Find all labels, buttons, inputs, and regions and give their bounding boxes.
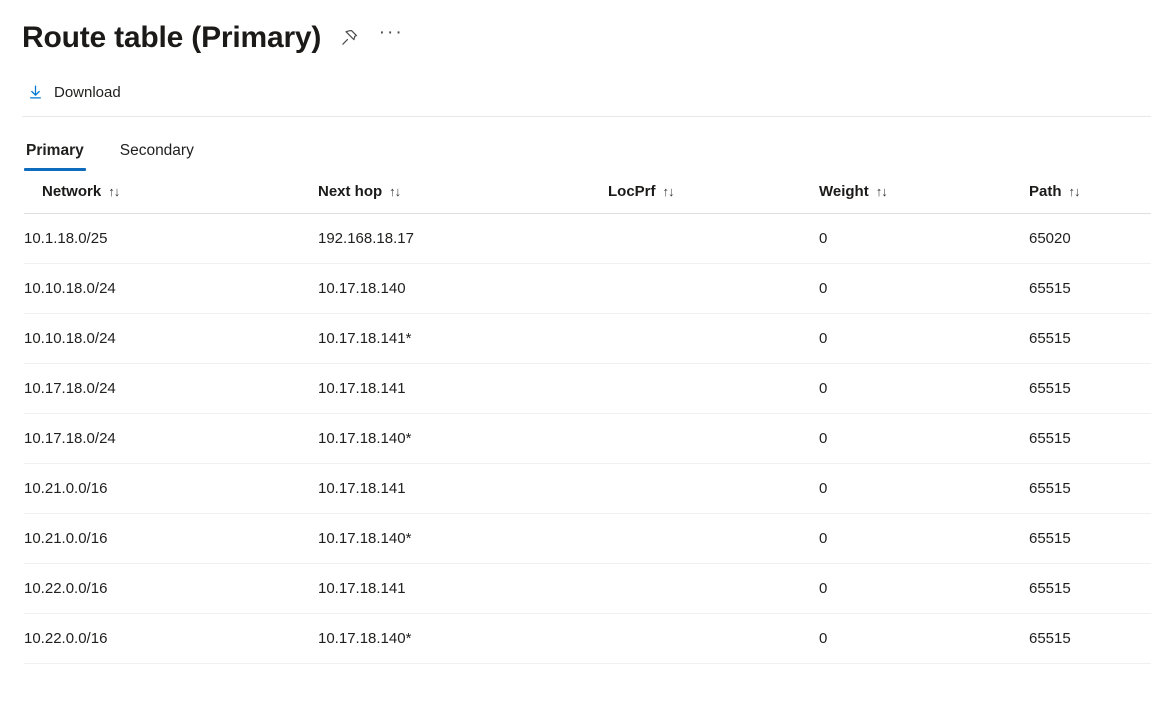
sort-icon: ↑↓ (389, 184, 400, 199)
column-header-network-label: Network (42, 183, 101, 200)
cell-locprf (608, 614, 819, 664)
route-table-page: Route table (Primary) ··· Download Prima… (0, 0, 1151, 721)
cell-locprf (608, 264, 819, 314)
cell-path: 65515 (1029, 414, 1151, 464)
cell-path: 65515 (1029, 614, 1151, 664)
cell-next-hop: 10.17.18.141 (318, 464, 608, 514)
command-bar: Download (0, 70, 1151, 114)
column-header-locprf-label: LocPrf (608, 183, 656, 200)
page-title: Route table (Primary) (22, 20, 321, 56)
cell-weight: 0 (819, 614, 1029, 664)
cell-network: 10.21.0.0/16 (24, 514, 318, 564)
cell-locprf (608, 464, 819, 514)
download-button-label: Download (54, 84, 121, 101)
cell-path: 65515 (1029, 314, 1151, 364)
table-row[interactable]: 10.17.18.0/2410.17.18.141 065515 (24, 364, 1151, 414)
cell-weight: 0 (819, 314, 1029, 364)
table-body: 10.1.18.0/25192.168.18.1706502010.10.18.… (24, 214, 1151, 664)
cell-next-hop: 10.17.18.141 (318, 564, 608, 614)
column-header-next-hop-label: Next hop (318, 183, 382, 200)
cell-weight: 0 (819, 264, 1029, 314)
table-row[interactable]: 10.10.18.0/2410.17.18.140 065515 (24, 264, 1151, 314)
pivot-tabs: Primary Secondary (0, 125, 1151, 171)
cell-network: 10.17.18.0/24 (24, 414, 318, 464)
page-header: Route table (Primary) ··· (0, 0, 1151, 62)
column-header-weight[interactable]: Weight ↑↓ (819, 183, 1029, 214)
cell-network: 10.1.18.0/25 (24, 214, 318, 264)
tab-primary[interactable]: Primary (24, 142, 86, 171)
cell-next-hop: 10.17.18.140 (318, 264, 608, 314)
ellipsis-icon[interactable]: ··· (377, 24, 405, 52)
cell-locprf (608, 364, 819, 414)
column-header-next-hop[interactable]: Next hop ↑↓ (318, 183, 608, 214)
cell-network: 10.17.18.0/24 (24, 364, 318, 414)
cell-network: 10.22.0.0/16 (24, 614, 318, 664)
cell-locprf (608, 414, 819, 464)
cell-path: 65515 (1029, 364, 1151, 414)
table-row[interactable]: 10.22.0.0/1610.17.18.140* 065515 (24, 614, 1151, 664)
column-header-network[interactable]: Network ↑↓ (24, 183, 318, 214)
toolbar-divider (22, 116, 1151, 117)
table-header: Network ↑↓ Next hop ↑↓ LocPrf ↑↓ (24, 183, 1151, 214)
cell-locprf (608, 314, 819, 364)
cell-weight: 0 (819, 414, 1029, 464)
sort-icon: ↑↓ (108, 184, 119, 199)
table-row[interactable]: 10.17.18.0/2410.17.18.140* 065515 (24, 414, 1151, 464)
cell-locprf (608, 514, 819, 564)
cell-weight: 0 (819, 364, 1029, 414)
route-table: Network ↑↓ Next hop ↑↓ LocPrf ↑↓ (24, 183, 1151, 664)
table-row[interactable]: 10.21.0.0/1610.17.18.141 065515 (24, 464, 1151, 514)
route-table-container: Network ↑↓ Next hop ↑↓ LocPrf ↑↓ (0, 183, 1151, 664)
cell-weight: 0 (819, 464, 1029, 514)
cell-path: 65020 (1029, 214, 1151, 264)
cell-locprf (608, 214, 819, 264)
table-row[interactable]: 10.22.0.0/1610.17.18.141 065515 (24, 564, 1151, 614)
cell-next-hop: 10.17.18.140* (318, 414, 608, 464)
table-row[interactable]: 10.10.18.0/2410.17.18.141* 065515 (24, 314, 1151, 364)
column-header-path[interactable]: Path ↑↓ (1029, 183, 1151, 214)
cell-weight: 0 (819, 214, 1029, 264)
cell-network: 10.21.0.0/16 (24, 464, 318, 514)
cell-next-hop: 10.17.18.140* (318, 614, 608, 664)
cell-network: 10.10.18.0/24 (24, 264, 318, 314)
sort-icon: ↑↓ (1069, 184, 1080, 199)
column-header-weight-label: Weight (819, 183, 869, 200)
cell-path: 65515 (1029, 564, 1151, 614)
cell-next-hop: 10.17.18.141* (318, 314, 608, 364)
cell-next-hop: 10.17.18.141 (318, 364, 608, 414)
cell-weight: 0 (819, 564, 1029, 614)
table-header-row: Network ↑↓ Next hop ↑↓ LocPrf ↑↓ (24, 183, 1151, 214)
cell-network: 10.10.18.0/24 (24, 314, 318, 364)
cell-next-hop: 10.17.18.140* (318, 514, 608, 564)
cell-path: 65515 (1029, 264, 1151, 314)
tab-secondary[interactable]: Secondary (118, 142, 196, 171)
pin-icon[interactable] (335, 24, 363, 52)
sort-icon: ↑↓ (663, 184, 674, 199)
column-header-locprf[interactable]: LocPrf ↑↓ (608, 183, 819, 214)
column-header-path-label: Path (1029, 183, 1062, 200)
cell-locprf (608, 564, 819, 614)
download-button[interactable]: Download (24, 76, 129, 108)
cell-path: 65515 (1029, 464, 1151, 514)
cell-next-hop: 192.168.18.17 (318, 214, 608, 264)
cell-weight: 0 (819, 514, 1029, 564)
table-row[interactable]: 10.21.0.0/1610.17.18.140* 065515 (24, 514, 1151, 564)
sort-icon: ↑↓ (876, 184, 887, 199)
cell-path: 65515 (1029, 514, 1151, 564)
table-row[interactable]: 10.1.18.0/25192.168.18.17 065020 (24, 214, 1151, 264)
cell-network: 10.22.0.0/16 (24, 564, 318, 614)
download-icon (26, 83, 44, 101)
